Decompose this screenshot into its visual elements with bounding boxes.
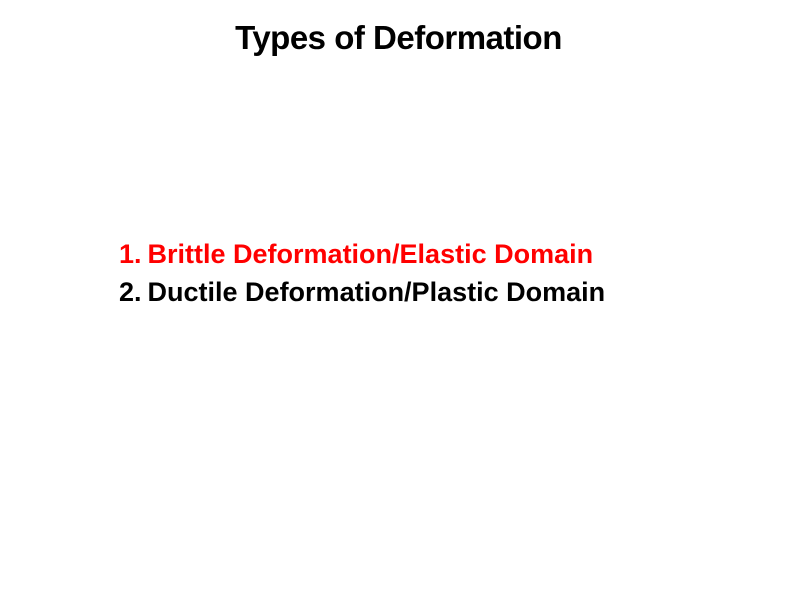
list-item-number: 1. xyxy=(119,239,142,269)
list-item-text: Brittle Deformation/Elastic Domain xyxy=(147,239,594,269)
deformation-types-list: 1. Brittle Deformation/Elastic Domain 2. D… xyxy=(119,235,605,311)
list-item-text: Ductile Deformation/Plastic Domain xyxy=(147,277,606,307)
list-item-brittle-deformation: 1. Brittle Deformation/Elastic Domain xyxy=(119,235,605,273)
list-item-ductile-deformation: 2. Ductile Deformation/Plastic Domain xyxy=(119,273,605,311)
list-item-number: 2. xyxy=(119,277,142,307)
slide: Types of Deformation 1. Brittle Deformati… xyxy=(0,0,797,598)
slide-title: Types of Deformation xyxy=(235,19,562,56)
